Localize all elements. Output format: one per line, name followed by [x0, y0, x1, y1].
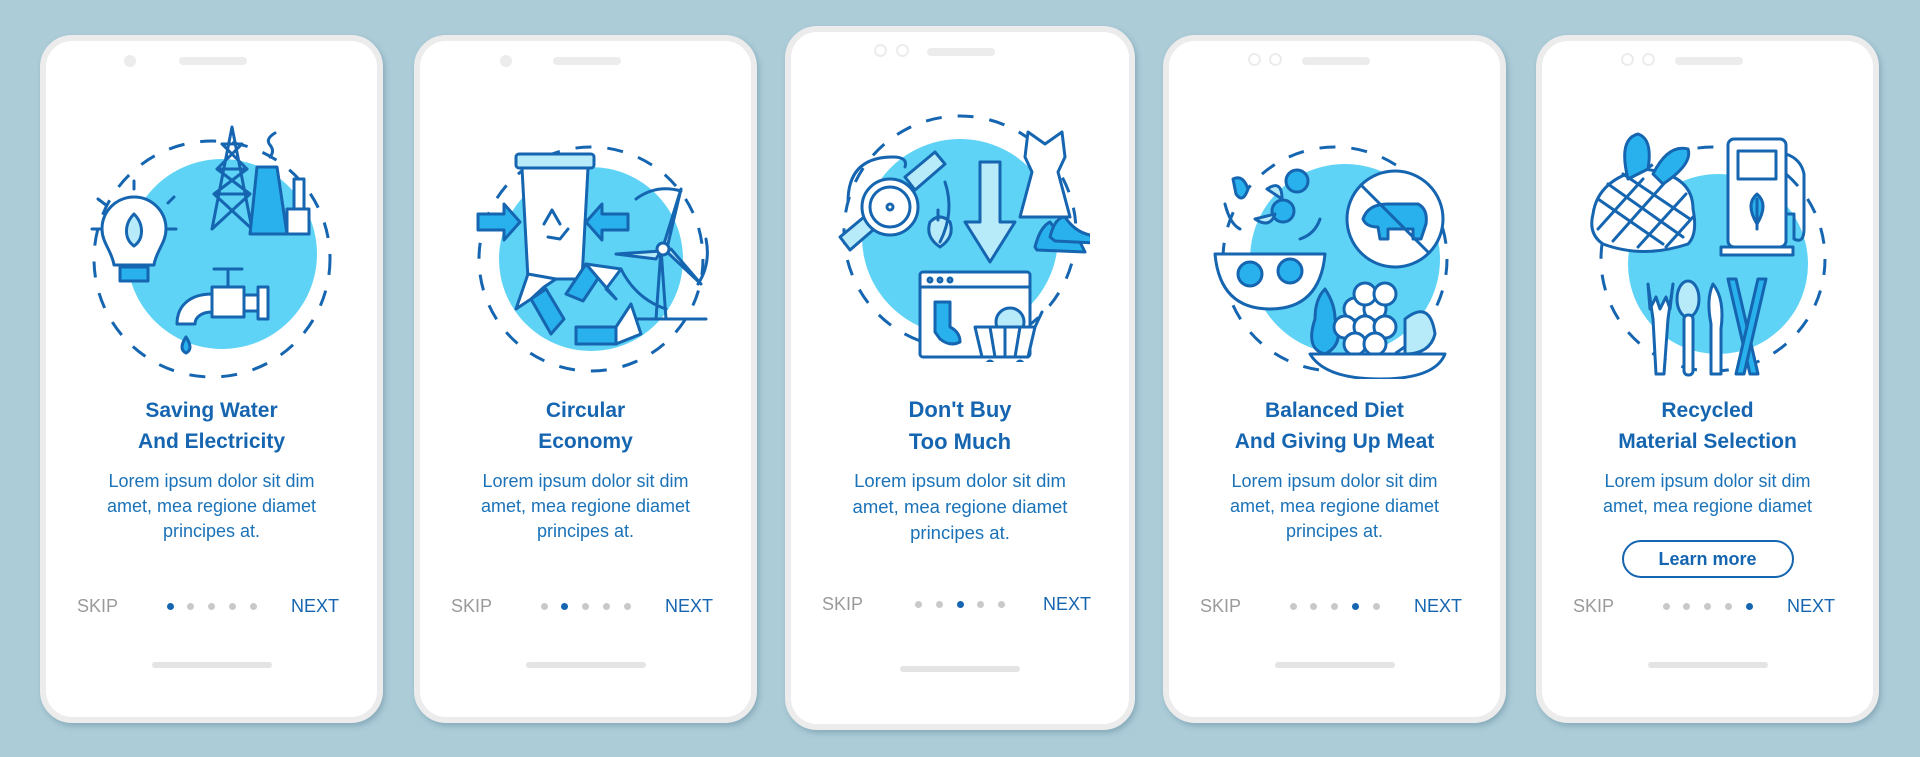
sensor: [1269, 53, 1282, 66]
circular-economy-illustration: [476, 145, 709, 373]
page-indicator: [1289, 603, 1380, 611]
sensor: [1642, 53, 1655, 66]
page-dot-5[interactable]: [1372, 603, 1380, 610]
page-dot-4[interactable]: [228, 603, 236, 610]
page-indicator: [915, 601, 1005, 609]
speaker-grille: [1301, 57, 1370, 65]
page-dot-2-active[interactable]: [561, 603, 569, 610]
page-dot-1-active[interactable]: [166, 603, 174, 610]
page-dot-4[interactable]: [1724, 603, 1732, 610]
home-indicator: [1647, 662, 1768, 668]
mesh-bag-icon: [1589, 132, 1696, 253]
page-dot-5[interactable]: [249, 603, 257, 610]
no-meat-icon: [1345, 169, 1444, 269]
page-dot-3[interactable]: [1704, 603, 1711, 610]
page-dot-3[interactable]: [1331, 603, 1338, 610]
home-indicator: [1274, 662, 1395, 668]
page-dot-1[interactable]: [915, 601, 922, 608]
next-button[interactable]: NEXT: [1043, 592, 1091, 616]
onboarding-nav: SKIP NEXT: [46, 594, 377, 618]
onboarding-nav: SKIP NEXT: [1169, 594, 1500, 618]
onboarding-screen-5: Recycled Material Selection Lorem ipsum …: [1536, 35, 1879, 723]
page-dot-3[interactable]: [582, 603, 589, 610]
skip-button[interactable]: SKIP: [822, 592, 863, 616]
speaker-grille: [1674, 57, 1743, 65]
front-camera: [1621, 53, 1634, 66]
front-camera: [500, 55, 512, 67]
screen-title: Saving Water And Electricity: [137, 399, 286, 453]
page-dot-2[interactable]: [935, 601, 943, 608]
page-dot-1[interactable]: [1289, 603, 1297, 610]
onboarding-nav: SKIP NEXT: [791, 592, 1129, 616]
page-dot-1[interactable]: [1662, 603, 1670, 610]
screen-description: Lorem ipsum dolor sit dim amet, mea regi…: [1602, 471, 1813, 516]
next-button[interactable]: NEXT: [665, 594, 713, 618]
learn-more-button[interactable]: Learn more: [1621, 540, 1794, 578]
screen-title: Balanced Diet And Giving Up Meat: [1234, 399, 1435, 453]
skip-button[interactable]: SKIP: [77, 594, 118, 618]
screen-description: Lorem ipsum dolor sit dim amet, mea regi…: [480, 471, 691, 541]
screen-description: Lorem ipsum dolor sit dim amet, mea regi…: [1229, 471, 1440, 541]
next-button[interactable]: NEXT: [1787, 594, 1835, 618]
screen-title: Don't Buy Too Much: [908, 397, 1012, 454]
onboarding-screen-4: Balanced Diet And Giving Up Meat Lorem i…: [1163, 35, 1506, 723]
skip-button[interactable]: SKIP: [1573, 594, 1614, 618]
onboarding-screen-2: Circular Economy Lorem ipsum dolor sit d…: [414, 35, 757, 723]
onboarding-nav: SKIP NEXT: [1542, 594, 1873, 618]
page-dot-4[interactable]: [977, 601, 985, 608]
front-camera: [1248, 53, 1261, 66]
page-dot-3[interactable]: [208, 603, 215, 610]
water-electricity-illustration: [90, 125, 331, 379]
page-dot-5-active[interactable]: [1745, 603, 1753, 610]
page-dot-5[interactable]: [623, 603, 631, 610]
page-dot-4-active[interactable]: [1351, 603, 1359, 610]
page-dot-3-active[interactable]: [956, 601, 964, 608]
next-button[interactable]: NEXT: [291, 594, 339, 618]
speaker-grille: [552, 57, 621, 65]
page-dot-2[interactable]: [187, 603, 195, 610]
front-camera: [874, 44, 887, 57]
speaker-grille: [178, 57, 247, 65]
page-dot-1[interactable]: [540, 603, 548, 610]
page-indicator: [166, 603, 257, 611]
page-dot-5[interactable]: [998, 601, 1005, 608]
onboarding-nav: SKIP NEXT: [420, 594, 751, 618]
home-indicator: [525, 662, 646, 668]
onboarding-screen-3: Don't Buy Too Much Lorem ipsum dolor sit…: [785, 26, 1135, 730]
dont-buy-too-much-illustration: [838, 114, 1090, 362]
recycled-material-illustration: [1589, 132, 1826, 377]
next-button[interactable]: NEXT: [1414, 594, 1462, 618]
page-dot-2[interactable]: [1683, 603, 1691, 610]
onboarding-screen-1: Saving Water And Electricity Lorem ipsum…: [40, 35, 383, 723]
screen-description: Lorem ipsum dolor sit dim amet, mea regi…: [852, 470, 1068, 543]
factory-icon: [248, 131, 310, 236]
skip-button[interactable]: SKIP: [451, 594, 492, 618]
screen-description: Lorem ipsum dolor sit dim amet, mea regi…: [106, 471, 317, 541]
balanced-diet-illustration: [1213, 145, 1448, 379]
home-indicator: [151, 662, 272, 668]
page-dot-4[interactable]: [602, 603, 610, 610]
sensor: [896, 44, 909, 57]
skip-button[interactable]: SKIP: [1200, 594, 1241, 618]
page-dot-2[interactable]: [1310, 603, 1318, 610]
home-indicator: [900, 666, 1020, 672]
page-indicator: [1662, 603, 1753, 611]
screen-title: Circular Economy: [538, 399, 633, 453]
screen-title: Recycled Material Selection: [1618, 399, 1797, 453]
page-indicator: [540, 603, 631, 611]
speaker-grille: [927, 48, 995, 56]
front-camera: [124, 55, 136, 67]
